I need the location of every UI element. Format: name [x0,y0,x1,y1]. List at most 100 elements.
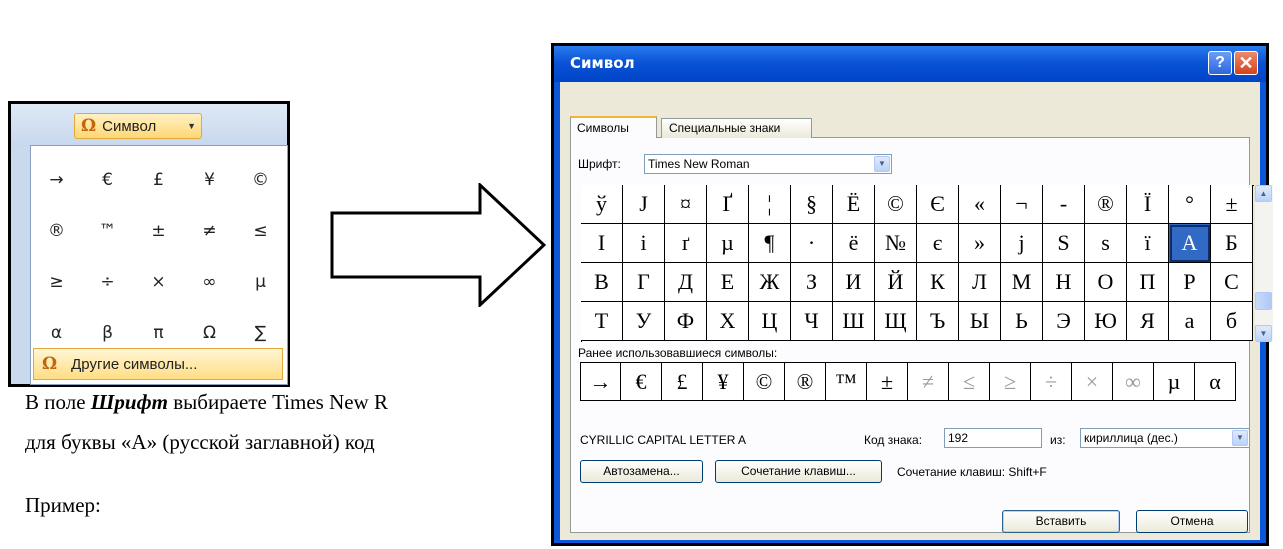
symbol-cell[interactable]: Н [1043,263,1085,302]
symbol-cell[interactable]: Д [665,263,707,302]
symbol-cell[interactable]: У [623,302,665,341]
character-code-input[interactable]: 192 [944,428,1042,448]
recent-symbol-cell[interactable]: € [621,362,662,401]
gallery-symbol[interactable]: ® [31,205,82,256]
symbol-cell[interactable]: є [917,224,959,263]
symbol-cell[interactable]: № [875,224,917,263]
scroll-thumb[interactable] [1255,292,1272,310]
symbol-cell[interactable]: Ґ [707,185,749,224]
close-button[interactable]: ✕ [1234,51,1258,75]
symbol-cell[interactable]: - [1043,185,1085,224]
symbol-cell[interactable]: ° [1169,185,1211,224]
symbol-cell[interactable]: ¦ [749,185,791,224]
symbol-cell[interactable]: § [791,185,833,224]
chevron-down-icon[interactable]: ▼ [874,156,890,172]
recent-symbol-cell[interactable]: © [744,362,785,401]
symbol-cell[interactable]: Ї [1127,185,1169,224]
recent-symbol-cell[interactable]: µ [1154,362,1195,401]
symbol-cell[interactable]: ® [1085,185,1127,224]
symbol-cell[interactable]: Я [1127,302,1169,341]
symbol-cell[interactable]: Ъ [917,302,959,341]
symbol-cell[interactable]: ј [1001,224,1043,263]
recent-symbol-cell[interactable]: ≠ [908,362,949,401]
symbol-cell[interactable]: ¤ [665,185,707,224]
recent-symbol-cell[interactable]: ∞ [1113,362,1154,401]
gallery-symbol[interactable]: ≤ [235,205,286,256]
symbol-cell[interactable]: Й [875,263,917,302]
symbol-cell[interactable]: ў [581,185,623,224]
gallery-symbol[interactable]: € [82,154,133,205]
encoding-select[interactable]: кириллица (дес.) ▼ [1080,428,1250,448]
symbol-cell[interactable]: Е [707,263,749,302]
symbol-cell[interactable]: Ф [665,302,707,341]
recent-symbol-cell[interactable]: ≤ [949,362,990,401]
symbol-cell[interactable]: Э [1043,302,1085,341]
symbol-cell[interactable]: К [917,263,959,302]
insert-button[interactable]: Вставить [1002,510,1120,533]
symbol-cell[interactable]: З [791,263,833,302]
scroll-up-icon[interactable]: ▲ [1255,185,1272,202]
symbol-cell[interactable]: Ё [833,185,875,224]
gallery-symbol[interactable]: ≠ [184,205,235,256]
symbol-cell[interactable]: « [959,185,1001,224]
chevron-down-icon[interactable]: ▼ [187,121,196,131]
gallery-symbol[interactable]: → [31,154,82,205]
gallery-symbol[interactable]: ∞ [184,256,235,307]
tab-symbols[interactable]: Символы [570,116,657,138]
recent-symbol-cell[interactable]: ± [867,362,908,401]
symbol-cell[interactable]: © [875,185,917,224]
symbol-cell[interactable]: ї [1127,224,1169,263]
symbol-cell[interactable]: а [1169,302,1211,341]
symbol-cell[interactable]: » [959,224,1001,263]
symbol-cell[interactable]: В [581,263,623,302]
symbol-cell[interactable]: Б [1211,224,1253,263]
recent-symbol-cell[interactable]: £ [662,362,703,401]
symbol-cell[interactable]: Ѕ [1043,224,1085,263]
recent-symbol-cell[interactable]: ™ [826,362,867,401]
symbol-cell[interactable]: І [581,224,623,263]
gallery-symbol[interactable]: ÷ [82,256,133,307]
more-symbols-menu-item[interactable]: Ω Другие символы... [33,348,283,380]
symbol-cell[interactable]: М [1001,263,1043,302]
symbol-cell[interactable]: J [623,185,665,224]
dialog-titlebar[interactable]: Символ ? ✕ [554,46,1266,82]
symbol-cell[interactable]: Ш [833,302,875,341]
symbol-cell[interactable]: С [1211,263,1253,302]
symbol-cell[interactable]: µ [707,224,749,263]
tab-special-characters[interactable]: Специальные знаки [661,118,812,138]
symbol-cell[interactable]: ¬ [1001,185,1043,224]
symbol-cell[interactable]: Ж [749,263,791,302]
symbol-cell[interactable]: Т [581,302,623,341]
gallery-symbol[interactable]: ¥ [184,154,235,205]
symbol-cell[interactable]: ѕ [1085,224,1127,263]
gallery-symbol[interactable]: × [133,256,184,307]
symbol-cell[interactable]: Ю [1085,302,1127,341]
symbol-split-button[interactable]: Ω Символ ▼ [74,113,202,139]
symbol-cell[interactable]: Ч [791,302,833,341]
gallery-symbol[interactable]: ≥ [31,256,82,307]
symbol-cell[interactable]: И [833,263,875,302]
recent-symbol-cell[interactable]: ÷ [1031,362,1072,401]
recent-symbol-cell[interactable]: ® [785,362,826,401]
symbol-cell[interactable]: Л [959,263,1001,302]
shortcut-key-button[interactable]: Сочетание клавиш... [715,460,882,483]
recent-symbol-cell[interactable]: × [1072,362,1113,401]
symbol-cell[interactable]: · [791,224,833,263]
help-button[interactable]: ? [1208,51,1232,75]
symbol-cell[interactable]: О [1085,263,1127,302]
autocorrect-button[interactable]: Автозамена... [580,460,703,483]
gallery-symbol[interactable]: © [235,154,286,205]
gallery-symbol[interactable]: £ [133,154,184,205]
grid-scrollbar[interactable]: ▲ ▼ [1255,185,1273,342]
recent-symbol-cell[interactable]: → [580,362,621,401]
recent-symbol-cell[interactable]: ≥ [990,362,1031,401]
symbol-cell[interactable]: Р [1169,263,1211,302]
chevron-down-icon[interactable]: ▼ [1232,430,1248,446]
symbol-cell[interactable]: ґ [665,224,707,263]
recent-symbol-cell[interactable]: ¥ [703,362,744,401]
symbol-cell[interactable]: Є [917,185,959,224]
symbol-cell[interactable]: ё [833,224,875,263]
symbol-cell[interactable]: Г [623,263,665,302]
scroll-down-icon[interactable]: ▼ [1255,325,1272,342]
symbol-cell[interactable]: і [623,224,665,263]
